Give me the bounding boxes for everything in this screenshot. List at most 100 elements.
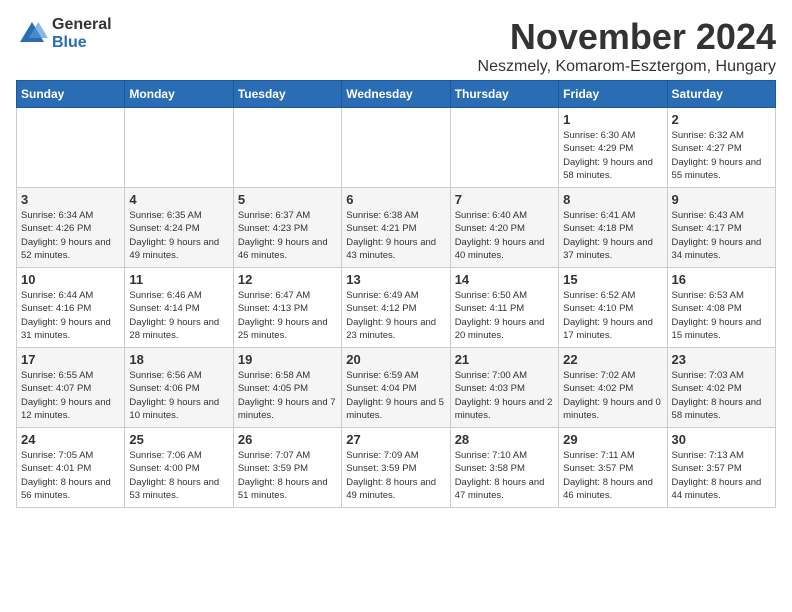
day-info: Sunrise: 6:35 AMSunset: 4:24 PMDaylight:…	[129, 209, 228, 262]
day-header-friday: Friday	[559, 81, 667, 108]
day-cell: 13 Sunrise: 6:49 AMSunset: 4:12 PMDayligh…	[342, 268, 450, 348]
day-cell: 19 Sunrise: 6:58 AMSunset: 4:05 PMDayligh…	[233, 348, 341, 428]
logo-blue: Blue	[52, 34, 112, 52]
week-row-5: 24Sunrise: 7:05 AMSunset: 4:01 PMDayligh…	[17, 428, 776, 508]
day-cell: 6 Sunrise: 6:38 AMSunset: 4:21 PMDaylight…	[342, 188, 450, 268]
day-number: 14	[455, 272, 554, 287]
day-number: 12	[238, 272, 337, 287]
day-number: 19	[238, 352, 337, 367]
day-cell: 20 Sunrise: 6:59 AMSunset: 4:04 PMDayligh…	[342, 348, 450, 428]
day-number: 6	[346, 192, 445, 207]
day-info: Sunrise: 6:46 AMSunset: 4:14 PMDaylight:…	[129, 289, 228, 342]
day-number: 21	[455, 352, 554, 367]
day-cell: 7Sunrise: 6:40 AMSunset: 4:20 PMDaylight…	[450, 188, 558, 268]
logo-icon	[16, 18, 48, 50]
day-cell: 2 Sunrise: 6:32 AMSunset: 4:27 PMDaylight…	[667, 108, 775, 188]
day-info: Sunrise: 7:09 AMSunset: 3:59 PMDaylight:…	[346, 449, 445, 502]
day-info: Sunrise: 6:50 AMSunset: 4:11 PMDaylight:…	[455, 289, 554, 342]
day-header-sunday: Sunday	[17, 81, 125, 108]
calendar-table: SundayMondayTuesdayWednesdayThursdayFrid…	[16, 80, 776, 508]
day-cell: 21Sunrise: 7:00 AMSunset: 4:03 PMDayligh…	[450, 348, 558, 428]
day-header-wednesday: Wednesday	[342, 81, 450, 108]
day-info: Sunrise: 7:05 AMSunset: 4:01 PMDaylight:…	[21, 449, 120, 502]
day-info: Sunrise: 6:52 AMSunset: 4:10 PMDaylight:…	[563, 289, 662, 342]
day-number: 20	[346, 352, 445, 367]
day-cell	[342, 108, 450, 188]
day-number: 30	[672, 432, 771, 447]
week-row-3: 10 Sunrise: 6:44 AMSunset: 4:16 PMDayligh…	[17, 268, 776, 348]
week-row-1: 1 Sunrise: 6:30 AMSunset: 4:29 PMDaylight…	[17, 108, 776, 188]
day-number: 1	[563, 112, 662, 127]
day-cell: 14 Sunrise: 6:50 AMSunset: 4:11 PMDayligh…	[450, 268, 558, 348]
day-cell	[233, 108, 341, 188]
day-number: 28	[455, 432, 554, 447]
day-number: 23	[672, 352, 771, 367]
day-info: Sunrise: 7:07 AMSunset: 3:59 PMDaylight:…	[238, 449, 337, 502]
day-number: 8	[563, 192, 662, 207]
day-number: 17	[21, 352, 120, 367]
day-info: Sunrise: 6:58 AMSunset: 4:05 PMDaylight:…	[238, 369, 337, 422]
day-cell: 30 Sunrise: 7:13 AMSunset: 3:57 PMDayligh…	[667, 428, 775, 508]
day-cell	[450, 108, 558, 188]
day-info: Sunrise: 6:34 AMSunset: 4:26 PMDaylight:…	[21, 209, 120, 262]
day-number: 27	[346, 432, 445, 447]
day-info: Sunrise: 7:03 AMSunset: 4:02 PMDaylight:…	[672, 369, 771, 422]
day-header-thursday: Thursday	[450, 81, 558, 108]
day-number: 13	[346, 272, 445, 287]
day-number: 5	[238, 192, 337, 207]
day-number: 3	[21, 192, 120, 207]
day-header-saturday: Saturday	[667, 81, 775, 108]
header: General Blue November 2024 Neszmely, Kom…	[16, 16, 776, 76]
day-info: Sunrise: 7:10 AMSunset: 3:58 PMDaylight:…	[455, 449, 554, 502]
day-cell: 4Sunrise: 6:35 AMSunset: 4:24 PMDaylight…	[125, 188, 233, 268]
day-cell: 17 Sunrise: 6:55 AMSunset: 4:07 PMDayligh…	[17, 348, 125, 428]
day-info: Sunrise: 6:43 AMSunset: 4:17 PMDaylight:…	[672, 209, 771, 262]
title-area: November 2024 Neszmely, Komarom-Esztergo…	[478, 16, 776, 76]
day-info: Sunrise: 6:38 AMSunset: 4:21 PMDaylight:…	[346, 209, 445, 262]
header-row: SundayMondayTuesdayWednesdayThursdayFrid…	[17, 81, 776, 108]
day-cell: 28 Sunrise: 7:10 AMSunset: 3:58 PMDayligh…	[450, 428, 558, 508]
day-info: Sunrise: 6:59 AMSunset: 4:04 PMDaylight:…	[346, 369, 445, 422]
month-title: November 2024	[478, 16, 776, 58]
day-number: 10	[21, 272, 120, 287]
day-info: Sunrise: 6:30 AMSunset: 4:29 PMDaylight:…	[563, 129, 662, 182]
day-info: Sunrise: 6:55 AMSunset: 4:07 PMDaylight:…	[21, 369, 120, 422]
day-info: Sunrise: 6:53 AMSunset: 4:08 PMDaylight:…	[672, 289, 771, 342]
day-info: Sunrise: 6:32 AMSunset: 4:27 PMDaylight:…	[672, 129, 771, 182]
day-header-tuesday: Tuesday	[233, 81, 341, 108]
day-number: 2	[672, 112, 771, 127]
day-info: Sunrise: 6:47 AMSunset: 4:13 PMDaylight:…	[238, 289, 337, 342]
day-number: 15	[563, 272, 662, 287]
day-cell: 12 Sunrise: 6:47 AMSunset: 4:13 PMDayligh…	[233, 268, 341, 348]
week-row-2: 3 Sunrise: 6:34 AMSunset: 4:26 PMDaylight…	[17, 188, 776, 268]
logo-text: General Blue	[52, 16, 112, 51]
logo: General Blue	[16, 16, 112, 51]
day-cell: 10 Sunrise: 6:44 AMSunset: 4:16 PMDayligh…	[17, 268, 125, 348]
day-info: Sunrise: 6:44 AMSunset: 4:16 PMDaylight:…	[21, 289, 120, 342]
day-number: 26	[238, 432, 337, 447]
day-cell: 11Sunrise: 6:46 AMSunset: 4:14 PMDayligh…	[125, 268, 233, 348]
day-cell: 18 Sunrise: 6:56 AMSunset: 4:06 PMDayligh…	[125, 348, 233, 428]
day-number: 18	[129, 352, 228, 367]
day-info: Sunrise: 7:02 AMSunset: 4:02 PMDaylight:…	[563, 369, 662, 422]
day-cell: 15 Sunrise: 6:52 AMSunset: 4:10 PMDayligh…	[559, 268, 667, 348]
day-info: Sunrise: 6:41 AMSunset: 4:18 PMDaylight:…	[563, 209, 662, 262]
day-cell: 5Sunrise: 6:37 AMSunset: 4:23 PMDaylight…	[233, 188, 341, 268]
subtitle: Neszmely, Komarom-Esztergom, Hungary	[478, 58, 776, 76]
day-number: 25	[129, 432, 228, 447]
day-number: 16	[672, 272, 771, 287]
day-cell: 23 Sunrise: 7:03 AMSunset: 4:02 PMDayligh…	[667, 348, 775, 428]
day-cell: 26 Sunrise: 7:07 AMSunset: 3:59 PMDayligh…	[233, 428, 341, 508]
day-cell: 27 Sunrise: 7:09 AMSunset: 3:59 PMDayligh…	[342, 428, 450, 508]
day-cell: 8 Sunrise: 6:41 AMSunset: 4:18 PMDaylight…	[559, 188, 667, 268]
day-info: Sunrise: 6:40 AMSunset: 4:20 PMDaylight:…	[455, 209, 554, 262]
day-info: Sunrise: 7:13 AMSunset: 3:57 PMDaylight:…	[672, 449, 771, 502]
day-number: 29	[563, 432, 662, 447]
day-header-monday: Monday	[125, 81, 233, 108]
day-cell: 9Sunrise: 6:43 AMSunset: 4:17 PMDaylight…	[667, 188, 775, 268]
day-info: Sunrise: 6:56 AMSunset: 4:06 PMDaylight:…	[129, 369, 228, 422]
logo-general: General	[52, 16, 112, 34]
day-info: Sunrise: 6:49 AMSunset: 4:12 PMDaylight:…	[346, 289, 445, 342]
day-cell: 16 Sunrise: 6:53 AMSunset: 4:08 PMDayligh…	[667, 268, 775, 348]
day-cell: 3 Sunrise: 6:34 AMSunset: 4:26 PMDaylight…	[17, 188, 125, 268]
